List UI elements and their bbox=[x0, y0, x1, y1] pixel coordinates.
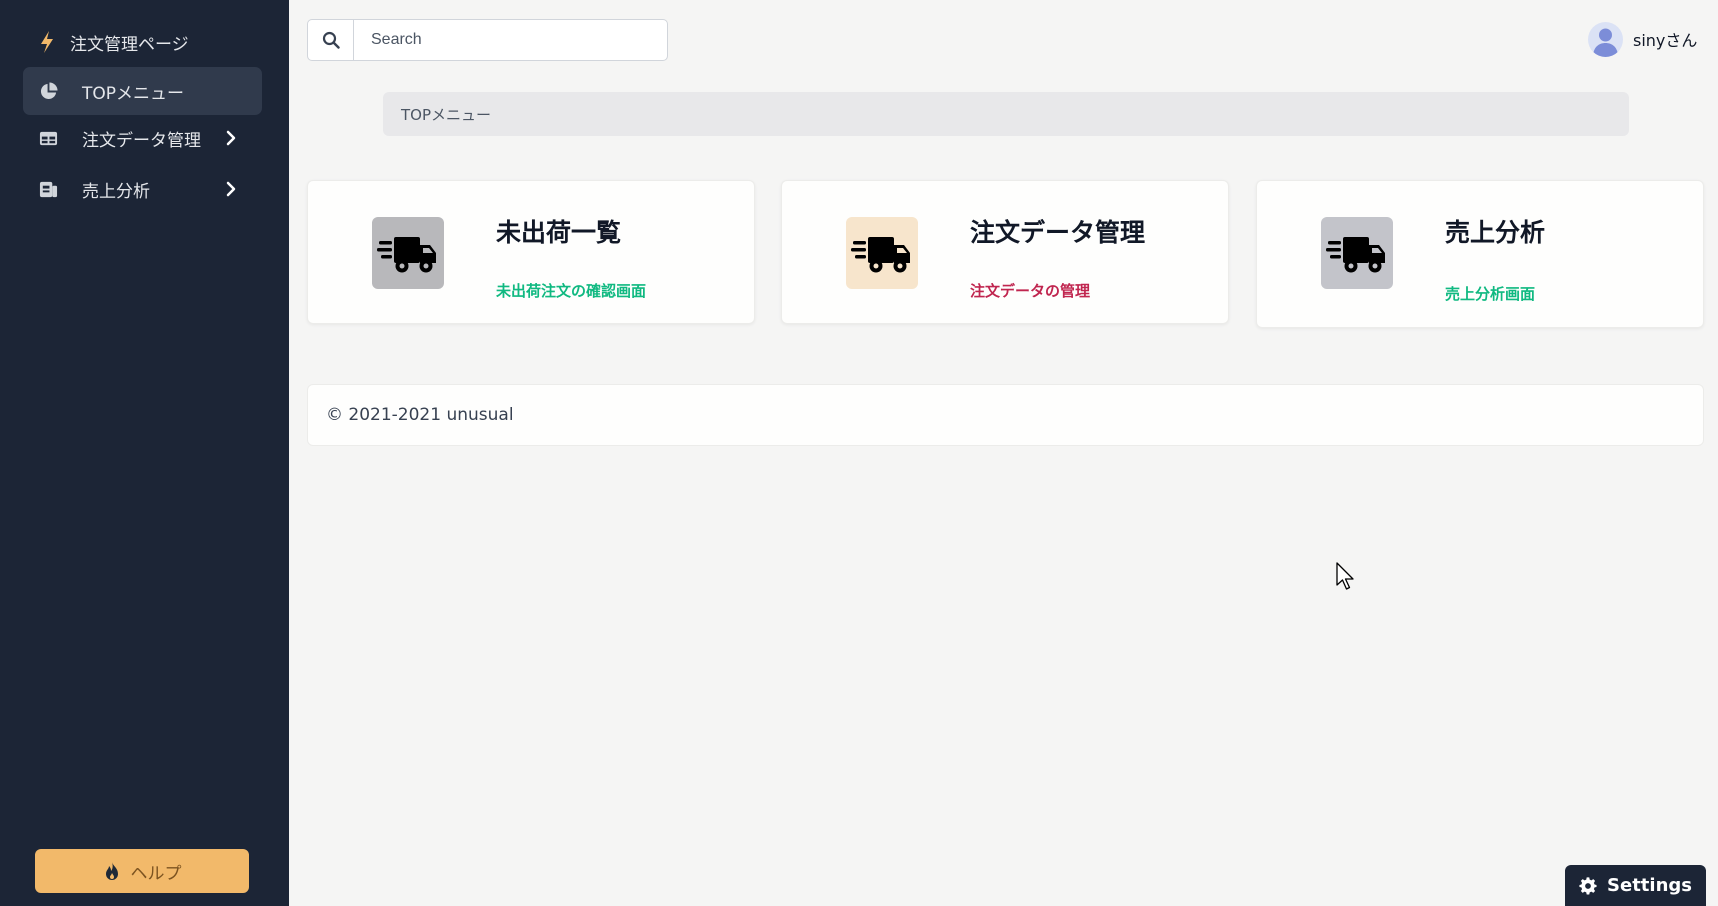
help-label: ヘルプ bbox=[130, 863, 182, 884]
truck-icon bbox=[851, 237, 910, 273]
fire-icon bbox=[105, 862, 118, 880]
breadcrumb: TOPメニュー bbox=[383, 92, 1629, 136]
sidebar-item-top-menu[interactable]: TOPメニュー bbox=[23, 67, 262, 115]
sidebar-item-label: 売上分析 bbox=[82, 181, 150, 202]
card-unshipped-list[interactable]: 未出荷一覧 未出荷注文の確認画面 bbox=[307, 180, 755, 324]
settings-button[interactable]: Settings bbox=[1565, 865, 1706, 906]
card-sales-analysis[interactable]: 売上分析 売上分析画面 bbox=[1256, 180, 1704, 328]
truck-icon bbox=[1326, 237, 1385, 273]
search-input[interactable] bbox=[371, 31, 661, 49]
lightning-icon bbox=[41, 31, 53, 53]
sidebar: 注文管理ページ TOPメニュー 注文データ管理 売上分析 ヘルプ bbox=[0, 0, 289, 906]
sidebar-item-order-data[interactable]: 注文データ管理 bbox=[23, 114, 262, 162]
card-subtitle: 売上分析画面 bbox=[1445, 285, 1536, 303]
gear-icon bbox=[1579, 876, 1597, 895]
sidebar-item-label: 注文データ管理 bbox=[82, 130, 201, 151]
search-icon-container bbox=[308, 20, 354, 60]
footer: © 2021-2021 unusual bbox=[307, 384, 1704, 446]
search-icon bbox=[322, 31, 340, 49]
help-button[interactable]: ヘルプ bbox=[35, 849, 249, 893]
mouse-cursor-icon bbox=[1336, 562, 1354, 590]
user-menu[interactable]: sinyさん bbox=[1588, 21, 1697, 57]
card-icon-tile bbox=[372, 217, 444, 289]
avatar bbox=[1588, 21, 1623, 57]
sidebar-item-label: TOPメニュー bbox=[82, 83, 185, 104]
card-icon-tile bbox=[846, 217, 918, 289]
card-title: 売上分析 bbox=[1445, 218, 1546, 247]
card-order-data[interactable]: 注文データ管理 注文データの管理 bbox=[781, 180, 1229, 324]
brand[interactable]: 注文管理ページ bbox=[38, 28, 189, 56]
breadcrumb-item[interactable]: TOPメニュー bbox=[401, 104, 491, 125]
card-subtitle: 注文データの管理 bbox=[970, 282, 1091, 300]
chevron-right-icon bbox=[226, 181, 236, 197]
report-icon bbox=[39, 181, 58, 198]
search-box bbox=[307, 19, 668, 61]
truck-icon bbox=[377, 237, 436, 273]
card-title: 注文データ管理 bbox=[970, 218, 1146, 247]
chevron-right-icon bbox=[226, 130, 236, 146]
card-subtitle: 未出荷注文の確認画面 bbox=[496, 282, 647, 300]
pie-chart-icon bbox=[40, 82, 58, 100]
copyright-text: © 2021-2021 unusual bbox=[326, 405, 514, 425]
user-name: sinyさん bbox=[1633, 31, 1698, 50]
brand-title: 注文管理ページ bbox=[70, 34, 189, 55]
table-icon bbox=[39, 131, 58, 146]
card-icon-tile bbox=[1321, 217, 1393, 289]
settings-label: Settings bbox=[1607, 875, 1692, 896]
user-avatar-icon bbox=[1593, 28, 1618, 57]
card-title: 未出荷一覧 bbox=[496, 218, 622, 247]
sidebar-item-sales-analysis[interactable]: 売上分析 bbox=[23, 165, 262, 213]
